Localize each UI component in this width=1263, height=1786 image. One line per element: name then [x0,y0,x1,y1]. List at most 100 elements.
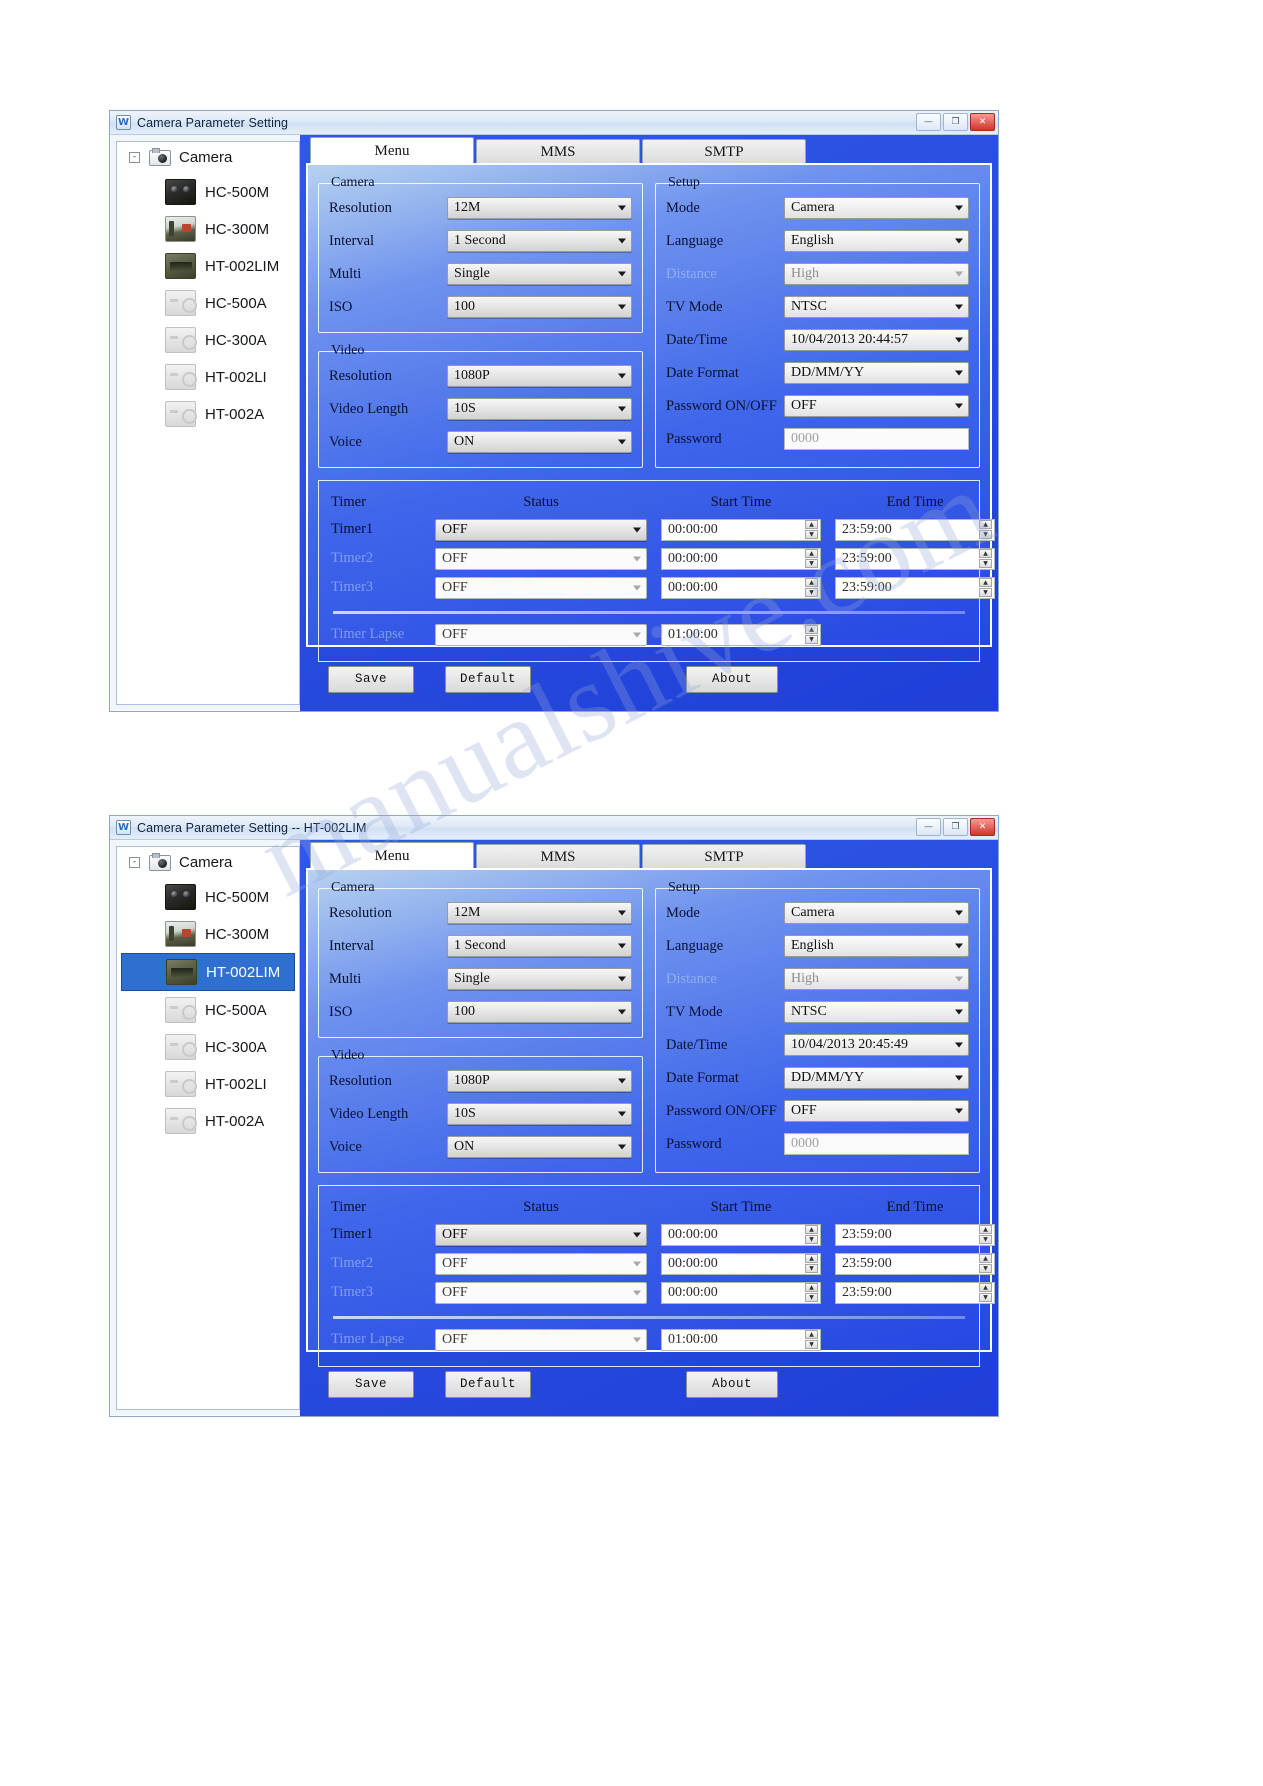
camera-parameter-setting-window-1[interactable]: W Camera Parameter Setting — ❐ ✕ - Camer… [109,110,999,712]
spinner-down-icon[interactable]: ▼ [805,1235,818,1244]
save-button[interactable]: Save [328,1370,414,1398]
default-button[interactable]: Default [445,1370,531,1398]
tabstrip-1[interactable]: Menu MMS SMTP [306,135,992,165]
expander-icon[interactable]: - [129,857,140,868]
row-camera-interval[interactable]: Interval 1 Second [329,226,632,256]
row-setup-mode[interactable]: Mode Camera [666,898,969,928]
sidebar-item-ht-002li[interactable]: HT-002LI [121,359,295,395]
spinner-up-icon[interactable]: ▲ [979,1225,992,1234]
sidebar-item-hc-300m[interactable]: HC-300M [121,211,295,247]
close-button[interactable]: ✕ [970,818,995,836]
spinner-timer1-end[interactable]: ▲ ▼ [979,1225,992,1244]
timer-row-1[interactable]: Timer1 OFF 00:00:00 ▲ ▼ 23:59:00 ▲ ▼ [331,515,995,544]
spinner-down-icon[interactable]: ▼ [805,530,818,539]
maximize-button[interactable]: ❐ [943,818,968,836]
tab-smtp[interactable]: SMTP [642,139,806,165]
default-button[interactable]: Default [445,665,531,693]
select-setup-tv-mode[interactable]: NTSC [784,1001,969,1023]
row-camera-resolution[interactable]: Resolution 12M [329,193,632,223]
select-setup-mode[interactable]: Camera [784,197,969,219]
row-setup-date-format[interactable]: Date Format DD/MM/YY [666,358,969,388]
select-setup-tv-mode[interactable]: NTSC [784,296,969,318]
sidebar-item-hc-300m[interactable]: HC-300M [121,916,295,952]
input-timer1-start[interactable]: 00:00:00 ▲ ▼ [661,518,821,541]
select-camera-iso[interactable]: 100 [447,1001,632,1023]
row-camera-resolution[interactable]: Resolution 12M [329,898,632,928]
select-video-length[interactable]: 10S [447,398,632,420]
sidebar-item-hc-300a[interactable]: HC-300A [121,1029,295,1065]
close-button[interactable]: ✕ [970,113,995,131]
row-setup-tv-mode[interactable]: TV Mode NTSC [666,997,969,1027]
spinner-up-icon[interactable]: ▲ [805,1225,818,1234]
select-video-resolution[interactable]: 1080P [447,1070,632,1092]
maximize-button[interactable]: ❐ [943,113,968,131]
input-setup-password[interactable]: 0000 [784,428,969,450]
row-camera-multi[interactable]: Multi Single [329,259,632,289]
sidebar-item-hc-500a[interactable]: HC-500A [121,992,295,1028]
tab-menu[interactable]: Menu [310,137,474,165]
row-setup-date-time[interactable]: Date/Time 10/04/2013 20:44:57 [666,325,969,355]
row-setup-tv-mode[interactable]: TV Mode NTSC [666,292,969,322]
sidebar-item-ht-002a[interactable]: HT-002A [121,1103,295,1139]
titlebar-1[interactable]: W Camera Parameter Setting — ❐ ✕ [110,111,998,135]
row-setup-date-format[interactable]: Date Format DD/MM/YY [666,1063,969,1093]
select-setup-date-format[interactable]: DD/MM/YY [784,1067,969,1089]
row-camera-interval[interactable]: Interval 1 Second [329,931,632,961]
sidebar-item-hc-500m[interactable]: HC-500M [121,174,295,210]
select-camera-iso[interactable]: 100 [447,296,632,318]
sidebar-item-hc-500m[interactable]: HC-500M [121,879,295,915]
select-setup-language[interactable]: English [784,935,969,957]
spinner-timer1-start[interactable]: ▲ ▼ [805,520,818,539]
select-camera-resolution[interactable]: 12M [447,902,632,924]
spinner-timer1-start[interactable]: ▲ ▼ [805,1225,818,1244]
titlebar-2[interactable]: W Camera Parameter Setting -- HT-002LIM … [110,816,998,840]
spinner-timer1-end[interactable]: ▲ ▼ [979,520,992,539]
save-button[interactable]: Save [328,665,414,693]
row-video-resolution[interactable]: Resolution 1080P [329,1066,632,1096]
spinner-down-icon[interactable]: ▼ [979,1235,992,1244]
row-setup-password-onoff[interactable]: Password ON/OFF OFF [666,1096,969,1126]
row-setup-password-onoff[interactable]: Password ON/OFF OFF [666,391,969,421]
tab-mms[interactable]: MMS [476,844,640,870]
device-tree-2[interactable]: - Camera HC-500M HC-300M HT-002LIM HC-50… [116,846,300,1410]
select-setup-language[interactable]: English [784,230,969,252]
select-setup-password-onoff[interactable]: OFF [784,395,969,417]
sidebar-item-ht-002lim[interactable]: HT-002LIM [121,953,295,991]
row-video-length[interactable]: Video Length 10S [329,394,632,424]
row-video-voice[interactable]: Voice ON [329,427,632,457]
device-tree-1[interactable]: - Camera HC-500M HC-300M HT-002LIM HC-50… [116,141,300,705]
spinner-up-icon[interactable]: ▲ [979,520,992,529]
select-video-resolution[interactable]: 1080P [447,365,632,387]
minimize-button[interactable]: — [916,113,941,131]
select-camera-interval[interactable]: 1 Second [447,935,632,957]
expander-icon[interactable]: - [129,152,140,163]
select-camera-multi[interactable]: Single [447,968,632,990]
select-setup-date-time[interactable]: 10/04/2013 20:45:49 [784,1034,969,1056]
select-setup-mode[interactable]: Camera [784,902,969,924]
input-setup-password[interactable]: 0000 [784,1133,969,1155]
select-video-voice[interactable]: ON [447,431,632,453]
select-camera-resolution[interactable]: 12M [447,197,632,219]
spinner-up-icon[interactable]: ▲ [805,520,818,529]
sidebar-item-hc-500a[interactable]: HC-500A [121,285,295,321]
row-camera-multi[interactable]: Multi Single [329,964,632,994]
row-camera-iso[interactable]: ISO 100 [329,292,632,322]
input-timer1-end[interactable]: 23:59:00 ▲ ▼ [835,1223,995,1246]
select-setup-date-format[interactable]: DD/MM/YY [784,362,969,384]
window-controls-2[interactable]: — ❐ ✕ [916,818,995,836]
sidebar-item-hc-300a[interactable]: HC-300A [121,322,295,358]
sidebar-item-ht-002li[interactable]: HT-002LI [121,1066,295,1102]
timer-row-1[interactable]: Timer1 OFF 00:00:00 ▲ ▼ 23:59:00 ▲ ▼ [331,1220,995,1249]
select-video-voice[interactable]: ON [447,1136,632,1158]
sidebar-item-ht-002lim[interactable]: HT-002LIM [121,248,295,284]
tab-mms[interactable]: MMS [476,139,640,165]
input-timer1-end[interactable]: 23:59:00 ▲ ▼ [835,518,995,541]
window-controls-1[interactable]: — ❐ ✕ [916,113,995,131]
sidebar-item-ht-002a[interactable]: HT-002A [121,396,295,432]
row-camera-iso[interactable]: ISO 100 [329,997,632,1027]
row-setup-date-time[interactable]: Date/Time 10/04/2013 20:45:49 [666,1030,969,1060]
row-setup-mode[interactable]: Mode Camera [666,193,969,223]
camera-parameter-setting-window-2[interactable]: W Camera Parameter Setting -- HT-002LIM … [109,815,999,1417]
row-setup-password[interactable]: Password 0000 [666,1129,969,1159]
select-timer1-status[interactable]: OFF [435,518,647,541]
